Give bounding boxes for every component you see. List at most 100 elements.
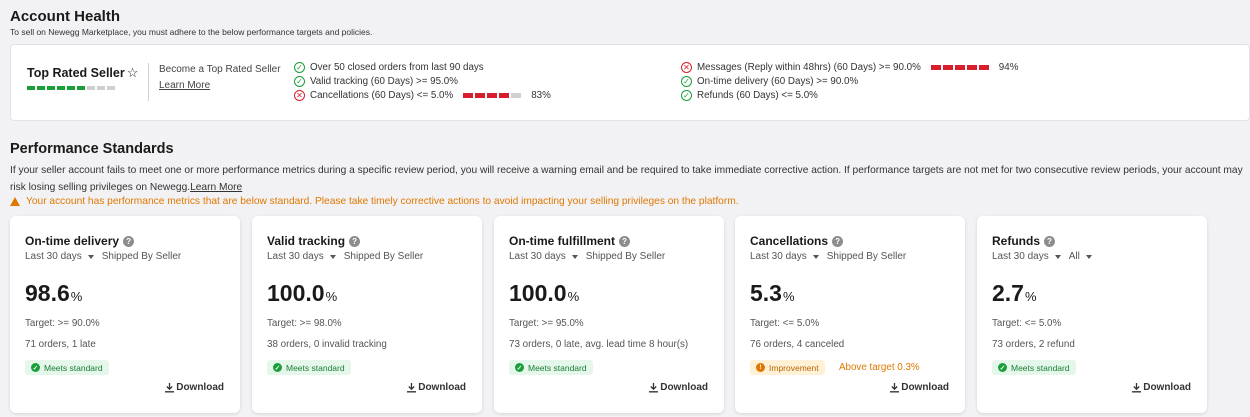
check-circle-icon: ✓ bbox=[294, 62, 305, 73]
chevron-down-icon[interactable] bbox=[571, 254, 578, 259]
period-dropdown[interactable]: Last 30 days bbox=[509, 251, 566, 262]
metric-unit: % bbox=[70, 289, 83, 304]
period-dropdown[interactable]: Last 30 days bbox=[992, 251, 1049, 262]
metric-detail: 73 orders, 0 late, avg. lead time 8 hour… bbox=[509, 339, 689, 350]
criteria-progress-segment bbox=[942, 65, 953, 70]
performance-standards-description: If your seller account fails to meet one… bbox=[10, 162, 1245, 196]
metric-value: 100.0% bbox=[509, 280, 579, 307]
criteria-progress-segment bbox=[475, 93, 486, 98]
metric-target: Target: <= 5.0% bbox=[750, 318, 820, 329]
criteria-progress-segment bbox=[930, 65, 941, 70]
metric-card-title: On-time delivery? bbox=[25, 234, 135, 248]
chevron-down-icon[interactable] bbox=[329, 254, 336, 259]
criteria-progress-bar bbox=[930, 65, 989, 70]
metric-card: Refunds? Last 30 days All 2.7% Target: <= 5.… bbox=[977, 216, 1207, 413]
shipping-filter[interactable]: Shipped By Seller bbox=[344, 251, 424, 262]
metric-card: On-time fulfillment? Last 30 days Shipped … bbox=[494, 216, 724, 413]
progress-segment bbox=[107, 86, 115, 90]
top-rated-learn-more-link[interactable]: Learn More bbox=[159, 80, 210, 91]
status-badge-text: Meets standard bbox=[44, 362, 103, 373]
metric-value: 100.0% bbox=[267, 280, 337, 307]
criteria-item: ✓ Valid tracking (60 Days) >= 95.0% bbox=[294, 76, 458, 87]
chevron-down-icon[interactable] bbox=[1054, 254, 1061, 259]
download-button[interactable]: Download bbox=[1131, 382, 1191, 393]
check-circle-icon: ✓ bbox=[31, 363, 40, 372]
metric-filters: Last 30 days Shipped By Seller bbox=[25, 251, 181, 262]
metric-card: Cancellations? Last 30 days Shipped By Sel… bbox=[735, 216, 965, 413]
metric-filters: Last 30 days Shipped By Seller bbox=[267, 251, 423, 262]
account-health-title: Account Health bbox=[10, 8, 121, 25]
metric-title-text: On-time fulfillment bbox=[509, 234, 615, 248]
metric-title-text: On-time delivery bbox=[25, 234, 120, 248]
metric-target: Target: >= 95.0% bbox=[509, 318, 584, 329]
warning-icon bbox=[10, 197, 20, 206]
progress-segment bbox=[87, 86, 95, 90]
criteria-progress-segment bbox=[978, 65, 989, 70]
criteria-item: ✓ Refunds (60 Days) <= 5.0% bbox=[681, 90, 818, 101]
metric-target: Target: >= 98.0% bbox=[267, 318, 342, 329]
status-badge-text: Meets standard bbox=[528, 362, 587, 373]
metric-card-title: On-time fulfillment? bbox=[509, 234, 630, 248]
performance-standards-title: Performance Standards bbox=[10, 141, 174, 157]
download-label: Download bbox=[901, 382, 949, 393]
period-dropdown[interactable]: Last 30 days bbox=[25, 251, 82, 262]
metric-unit: % bbox=[782, 289, 795, 304]
help-icon[interactable]: ? bbox=[619, 235, 630, 247]
help-icon[interactable]: ? bbox=[832, 235, 844, 247]
criteria-text: On-time delivery (60 Days) >= 90.0% bbox=[697, 76, 859, 87]
criteria-text: Messages (Reply within 48hrs) (60 Days) … bbox=[697, 62, 921, 73]
progress-segment bbox=[67, 86, 75, 90]
help-icon[interactable]: ? bbox=[349, 235, 361, 247]
metric-value-number: 100.0 bbox=[509, 280, 567, 306]
shipping-filter[interactable]: Shipped By Seller bbox=[827, 251, 907, 262]
check-circle-icon: ✓ bbox=[681, 76, 692, 87]
period-dropdown[interactable]: Last 30 days bbox=[750, 251, 807, 262]
chevron-down-icon[interactable] bbox=[87, 254, 94, 259]
period-dropdown[interactable]: Last 30 days bbox=[267, 251, 324, 262]
download-button[interactable]: Download bbox=[406, 382, 466, 393]
download-button[interactable]: Download bbox=[889, 382, 949, 393]
metric-filters: Last 30 days Shipped By Seller bbox=[509, 251, 665, 262]
check-circle-icon: ✓ bbox=[294, 76, 305, 87]
chevron-down-icon bbox=[1085, 254, 1092, 259]
shipping-filter[interactable]: Shipped By Seller bbox=[102, 251, 182, 262]
divider bbox=[148, 63, 149, 101]
download-icon bbox=[1132, 383, 1142, 393]
status-badge: ! Improvement bbox=[750, 360, 825, 375]
performance-warning-text: Your account has performance metrics tha… bbox=[26, 196, 739, 207]
criteria-item: ✓ Over 50 closed orders from last 90 days bbox=[294, 62, 484, 73]
metric-card: On-time delivery? Last 30 days Shipped By … bbox=[10, 216, 240, 413]
metric-target: Target: >= 90.0% bbox=[25, 318, 100, 329]
check-circle-icon: ✓ bbox=[998, 363, 1007, 372]
criteria-progress-segment bbox=[499, 93, 510, 98]
metric-detail: 73 orders, 2 refund bbox=[992, 339, 1075, 350]
progress-segment bbox=[97, 86, 105, 90]
metric-detail: 76 orders, 4 canceled bbox=[750, 339, 845, 350]
shipping-filter[interactable]: All bbox=[1069, 251, 1080, 262]
help-icon[interactable]: ? bbox=[123, 235, 135, 247]
progress-segment bbox=[37, 86, 45, 90]
criteria-item: ✕ Messages (Reply within 48hrs) (60 Days)… bbox=[681, 62, 1018, 73]
status-badge-text: Improvement bbox=[769, 362, 819, 373]
top-rated-seller-label: Top Rated Seller ☆ bbox=[27, 65, 138, 81]
criteria-value: 94% bbox=[998, 62, 1019, 73]
download-button[interactable]: Download bbox=[648, 382, 708, 393]
account-health-subtitle: To sell on Newegg Marketplace, you must … bbox=[10, 27, 373, 37]
alert-circle-icon: ! bbox=[756, 363, 765, 372]
chevron-down-icon[interactable] bbox=[812, 254, 819, 259]
progress-segment bbox=[57, 86, 65, 90]
download-button[interactable]: Download bbox=[164, 382, 224, 393]
download-icon bbox=[890, 383, 900, 393]
top-rated-seller-name: Top Rated Seller bbox=[27, 66, 125, 80]
status-badge-text: Meets standard bbox=[1011, 362, 1070, 373]
progress-segment bbox=[47, 86, 55, 90]
criteria-item: ✓ On-time delivery (60 Days) >= 90.0% bbox=[681, 76, 858, 87]
criteria-progress-segment bbox=[463, 93, 474, 98]
status-badge: ✓ Meets standard bbox=[509, 360, 593, 375]
metric-card: Valid tracking? Last 30 days Shipped By Se… bbox=[252, 216, 482, 413]
shipping-filter[interactable]: Shipped By Seller bbox=[586, 251, 666, 262]
criteria-text: Refunds (60 Days) <= 5.0% bbox=[697, 90, 818, 101]
performance-learn-more-link[interactable]: Learn More bbox=[190, 182, 242, 193]
status-badge-text: Meets standard bbox=[286, 362, 345, 373]
help-icon[interactable]: ? bbox=[1044, 235, 1055, 247]
